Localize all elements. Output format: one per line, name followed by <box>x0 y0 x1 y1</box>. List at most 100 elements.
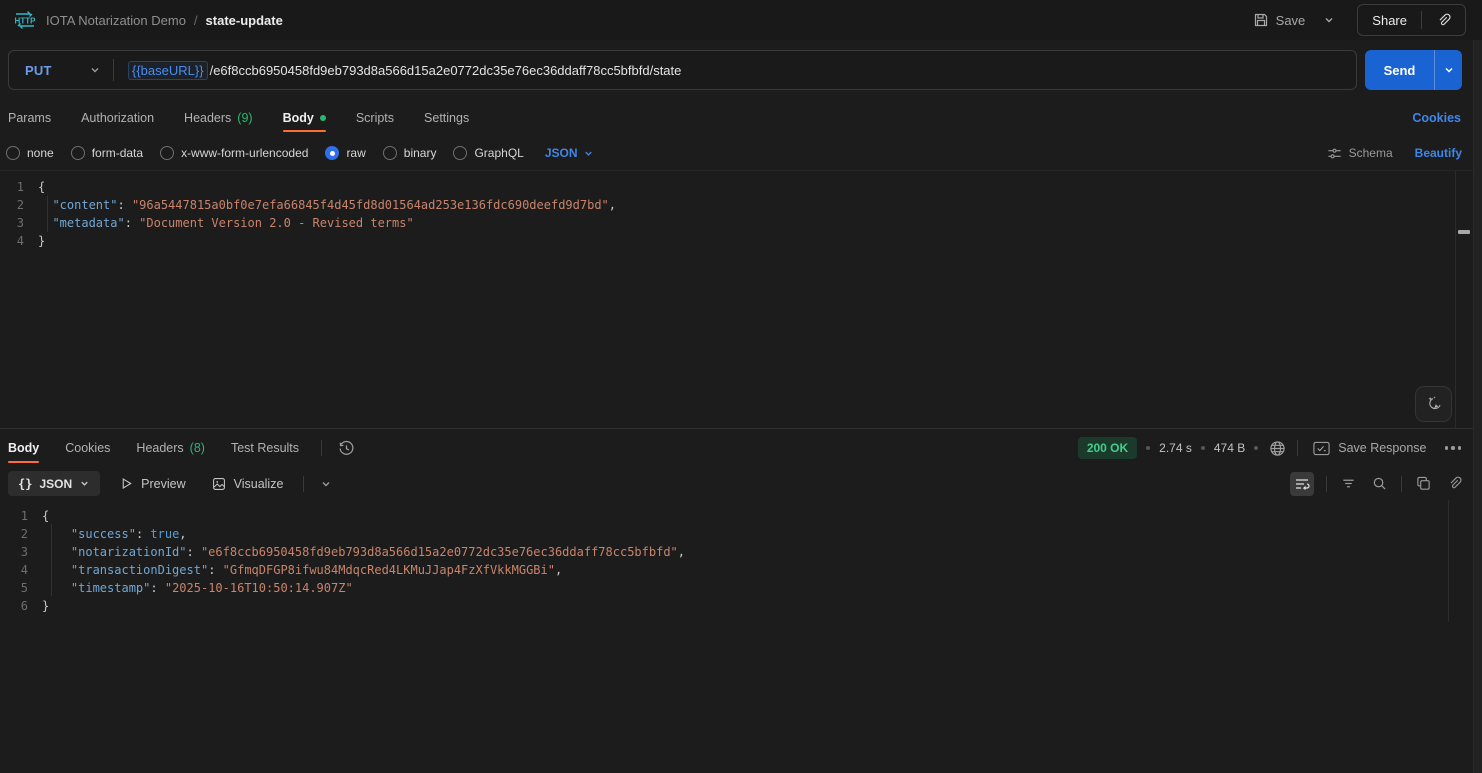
divider <box>1326 475 1327 492</box>
save-button[interactable]: Save <box>1247 6 1312 34</box>
modified-dot <box>319 115 326 121</box>
radio-label: binary <box>403 146 437 160</box>
send-button[interactable]: Send <box>1365 50 1434 90</box>
scrollbar-thumb[interactable] <box>1458 230 1470 234</box>
response-headers-count: (8) <box>189 441 205 455</box>
radio-icon <box>70 146 85 160</box>
cookies-link[interactable]: Cookies <box>1412 111 1461 125</box>
tab-params[interactable]: Params <box>8 100 51 136</box>
url-input[interactable]: {{baseURL}} /e6f8ccb6950458fd9eb793d8a56… <box>114 60 1356 80</box>
response-toolbar: {} JSON Preview Visualize <box>0 467 1482 500</box>
tab-label: Body <box>282 111 314 125</box>
send-options-button[interactable] <box>1434 50 1462 90</box>
tab-authorization[interactable]: Authorization <box>81 100 154 136</box>
response-tab-headers[interactable]: Headers (8) <box>136 429 205 467</box>
response-body-viewer[interactable]: 1{2 "success": true, 3 "notarizationId": … <box>0 500 1482 615</box>
indent-guide <box>51 524 52 596</box>
response-tab-cookies[interactable]: Cookies <box>65 429 110 467</box>
response-tab-body[interactable]: Body <box>8 429 40 467</box>
dot-separator <box>1254 446 1259 450</box>
chevron-down-icon <box>1443 64 1455 76</box>
copy-link-button[interactable] <box>1422 5 1465 35</box>
svg-text:HTTP: HTTP <box>15 17 37 26</box>
tab-label: Headers <box>184 111 232 125</box>
response-size[interactable]: 474 B <box>1214 441 1245 455</box>
breadcrumb-collection[interactable]: IOTA Notarization Demo <box>46 13 186 28</box>
divider <box>303 475 305 492</box>
wrap-text-button[interactable] <box>1290 471 1314 496</box>
save-response-icon <box>1313 441 1330 456</box>
schema-button[interactable]: Schema <box>1327 146 1393 161</box>
method-label: PUT <box>25 62 52 78</box>
filter-button[interactable] <box>1339 474 1358 493</box>
editor-scrollbar[interactable] <box>1455 171 1472 428</box>
headers-count: (9) <box>237 111 253 125</box>
chevron-down-icon <box>1323 14 1335 26</box>
base-url-variable[interactable]: {{baseURL}} <box>128 60 208 80</box>
clock-history-icon <box>338 440 355 457</box>
response-time[interactable]: 2.74 s <box>1159 441 1192 455</box>
response-toolbar-right <box>1290 471 1464 496</box>
topbar: HTTP IOTA Notarization Demo / state-upda… <box>0 0 1482 40</box>
chevron-down-icon <box>320 478 332 490</box>
beautify-button[interactable]: Beautify <box>1415 146 1462 160</box>
visualize-button[interactable]: Visualize <box>206 473 290 495</box>
dot <box>1451 446 1455 450</box>
tab-label: Test Results <box>230 441 300 455</box>
paperclip-icon <box>1447 476 1462 491</box>
body-type-form-data[interactable]: form-data <box>70 146 143 160</box>
body-type-raw[interactable]: raw <box>325 146 366 160</box>
network-info-button[interactable] <box>1267 438 1288 459</box>
response-tabs: Body Cookies Headers (8) Test Results <box>8 429 299 467</box>
save-icon <box>1253 12 1269 28</box>
response-body-panel: 1{2 "success": true, 3 "notarizationId": … <box>0 500 1482 773</box>
radio-label: none <box>27 146 54 160</box>
save-response-button[interactable]: Save Response <box>1307 435 1432 462</box>
postbot-sparkle-icon <box>1425 395 1443 413</box>
history-clock-button[interactable] <box>336 438 357 459</box>
chevron-down-icon <box>89 64 101 76</box>
save-options-button[interactable] <box>1317 8 1341 32</box>
response-history <box>321 438 357 459</box>
tab-label: Cookies <box>65 441 111 455</box>
body-language-selector[interactable]: JSON <box>545 146 594 160</box>
status-badge[interactable]: 200 OK <box>1077 437 1138 459</box>
method-selector[interactable]: PUT <box>9 51 113 89</box>
copy-button[interactable] <box>1414 474 1433 493</box>
body-type-binary[interactable]: binary <box>382 146 437 160</box>
more-options-button[interactable] <box>1442 443 1465 453</box>
radio-icon <box>382 146 397 160</box>
preview-button[interactable]: Preview <box>114 473 191 495</box>
sliders-icon <box>1327 146 1342 161</box>
copy-link-button[interactable] <box>1445 474 1464 493</box>
window-scrollbar-gutter[interactable] <box>1473 40 1482 773</box>
response-format-selector[interactable]: {} JSON <box>8 471 101 496</box>
view-options-button[interactable] <box>318 476 334 492</box>
postbot-button[interactable] <box>1415 386 1452 422</box>
body-type-none[interactable]: none <box>6 146 54 160</box>
request-body-panel: 1{2 "content": "96a5447815a0bf0e7efa6684… <box>0 170 1482 428</box>
body-type-graphql[interactable]: GraphQL <box>453 146 524 160</box>
preview-label: Preview <box>141 476 186 491</box>
schema-label: Schema <box>1348 146 1393 160</box>
play-icon <box>120 477 133 490</box>
search-button[interactable] <box>1370 474 1389 493</box>
tab-body[interactable]: Body <box>282 100 327 136</box>
indent-guide <box>47 196 48 232</box>
search-icon <box>1372 476 1387 491</box>
format-label: JSON <box>39 476 73 491</box>
radio-label: GraphQL <box>474 146 524 160</box>
tab-label: Params <box>8 111 52 125</box>
body-type-urlencoded[interactable]: x-www-form-urlencoded <box>160 146 308 160</box>
save-response-label: Save Response <box>1338 441 1427 455</box>
share-button[interactable]: Share <box>1358 5 1421 35</box>
request-tabs: Params Authorization Headers (9) Body Sc… <box>0 100 1482 136</box>
tab-settings[interactable]: Settings <box>424 100 469 136</box>
tab-headers[interactable]: Headers (9) <box>184 100 253 136</box>
request-body-editor[interactable]: 1{2 "content": "96a5447815a0bf0e7efa6684… <box>0 171 1482 250</box>
language-label: JSON <box>544 146 578 160</box>
radio-icon <box>6 146 20 160</box>
response-tab-test-results[interactable]: Test Results <box>231 429 299 467</box>
tab-scripts[interactable]: Scripts <box>356 100 394 136</box>
http-request-icon: HTTP <box>12 10 38 30</box>
